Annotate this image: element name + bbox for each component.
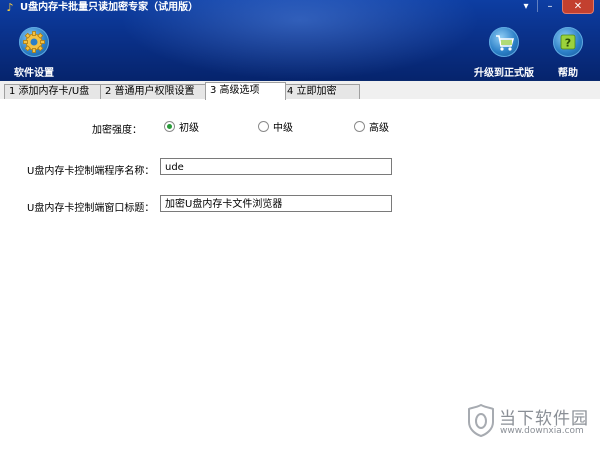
radio-indicator: [354, 121, 365, 132]
radio-indicator: [164, 121, 175, 132]
gear-icon: [19, 27, 49, 57]
help-label: 帮助: [558, 68, 578, 79]
tab-strip: 1 添加内存卡/U盘 2 普通用户权限设置 3 高级选项 4 立即加密: [0, 81, 600, 100]
tab-user-permissions[interactable]: 2 普通用户权限设置: [100, 84, 210, 99]
strength-radio-high[interactable]: 高级: [354, 121, 389, 134]
close-button[interactable]: ✕: [562, 0, 594, 14]
watermark-url: www.downxia.com: [500, 426, 584, 436]
app-icon: ♪: [6, 1, 14, 14]
tab-advanced-options[interactable]: 3 高级选项: [205, 82, 286, 100]
help-icon: ?: [553, 27, 583, 57]
help-button[interactable]: ? 帮助: [551, 27, 585, 79]
svg-text:?: ?: [565, 37, 571, 50]
cart-icon: [489, 27, 519, 57]
window-title-input[interactable]: 加密U盘内存卡文件浏览器: [160, 195, 392, 212]
radio-label: 初级: [179, 123, 199, 134]
tab-add-card[interactable]: 1 添加内存卡/U盘: [4, 84, 102, 99]
window-title: U盘内存卡批量只读加密专家（试用版）: [20, 2, 199, 13]
radio-indicator: [258, 121, 269, 132]
radio-label: 高级: [369, 123, 389, 134]
upgrade-button[interactable]: 升级到正式版: [474, 27, 534, 79]
strength-label: 加密强度：: [92, 125, 142, 136]
program-name-input[interactable]: ude: [160, 158, 392, 175]
settings-label: 软件设置: [14, 68, 54, 79]
title-bar: ♪ U盘内存卡批量只读加密专家（试用版） ▾ – ✕ 软件设置 升级到正式版 ?…: [0, 0, 600, 81]
upgrade-label: 升级到正式版: [474, 68, 534, 79]
strength-radio-basic[interactable]: 初级: [164, 121, 199, 134]
watermark-logo-icon: [468, 404, 494, 437]
settings-button[interactable]: 软件设置: [12, 27, 56, 79]
advanced-options-panel: [0, 99, 600, 451]
strength-radio-medium[interactable]: 中级: [258, 121, 293, 134]
dropdown-button[interactable]: ▾: [514, 0, 538, 13]
radio-label: 中级: [273, 123, 293, 134]
tab-encrypt-now[interactable]: 4 立即加密: [282, 84, 360, 99]
minimize-button[interactable]: –: [538, 0, 562, 13]
program-name-label: U盘内存卡控制端程序名称：: [27, 166, 155, 177]
watermark: 当下软件园 www.downxia.com: [468, 401, 594, 441]
window-title-label: U盘内存卡控制端窗口标题：: [27, 203, 155, 214]
